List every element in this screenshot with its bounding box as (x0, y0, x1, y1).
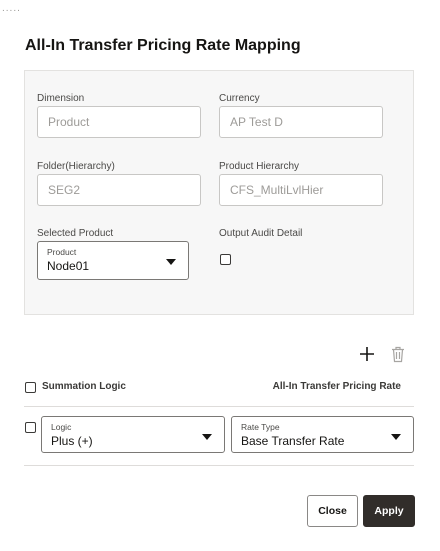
chevron-down-icon (166, 259, 176, 265)
dimension-label: Dimension (37, 93, 85, 104)
logic-select-value: Plus (+) (51, 434, 93, 448)
row-checkbox[interactable] (25, 422, 36, 433)
dialog-drag-handle[interactable]: ..... (2, 3, 21, 14)
product-select-label: Product (47, 247, 77, 257)
output-audit-checkbox[interactable] (220, 254, 231, 265)
divider (24, 406, 414, 407)
rate-type-select-label: Rate Type (241, 422, 280, 432)
rate-type-select-value: Base Transfer Rate (241, 434, 345, 448)
logic-select[interactable]: Logic Plus (+) (41, 416, 225, 453)
product-select-value: Node01 (47, 259, 90, 273)
dialog-title: All-In Transfer Pricing Rate Mapping (25, 37, 301, 54)
currency-label: Currency (219, 93, 260, 104)
logic-select-label: Logic (51, 422, 72, 432)
product-hierarchy-field: CFS_MultiLvlHier (219, 174, 383, 206)
close-button[interactable]: Close (307, 495, 358, 527)
currency-field: AP Test D (219, 106, 383, 138)
selected-product-label: Selected Product (37, 228, 114, 239)
rate-mapping-dialog: ..... All-In Transfer Pricing Rate Mappi… (0, 0, 440, 551)
apply-button[interactable]: Apply (363, 495, 415, 527)
folder-label: Folder(Hierarchy) (37, 161, 115, 172)
rate-type-select[interactable]: Rate Type Base Transfer Rate (231, 416, 414, 453)
product-hierarchy-label: Product Hierarchy (219, 161, 300, 172)
rate-column-header: All-In Transfer Pricing Rate (272, 381, 401, 392)
trash-icon (392, 346, 404, 363)
summation-logic-header: Summation Logic (42, 381, 126, 392)
output-audit-label: Output Audit Detail (219, 228, 303, 239)
form-panel: Dimension Product Currency AP Test D Fol… (24, 70, 414, 315)
product-select[interactable]: Product Node01 (37, 241, 189, 280)
delete-row-button[interactable] (390, 346, 406, 363)
divider (24, 465, 414, 466)
summation-select-all-checkbox[interactable] (25, 382, 36, 393)
chevron-down-icon (202, 434, 212, 440)
folder-field: SEG2 (37, 174, 201, 206)
add-row-button[interactable] (359, 346, 375, 362)
plus-icon (360, 347, 374, 361)
dimension-field: Product (37, 106, 201, 138)
chevron-down-icon (391, 434, 401, 440)
